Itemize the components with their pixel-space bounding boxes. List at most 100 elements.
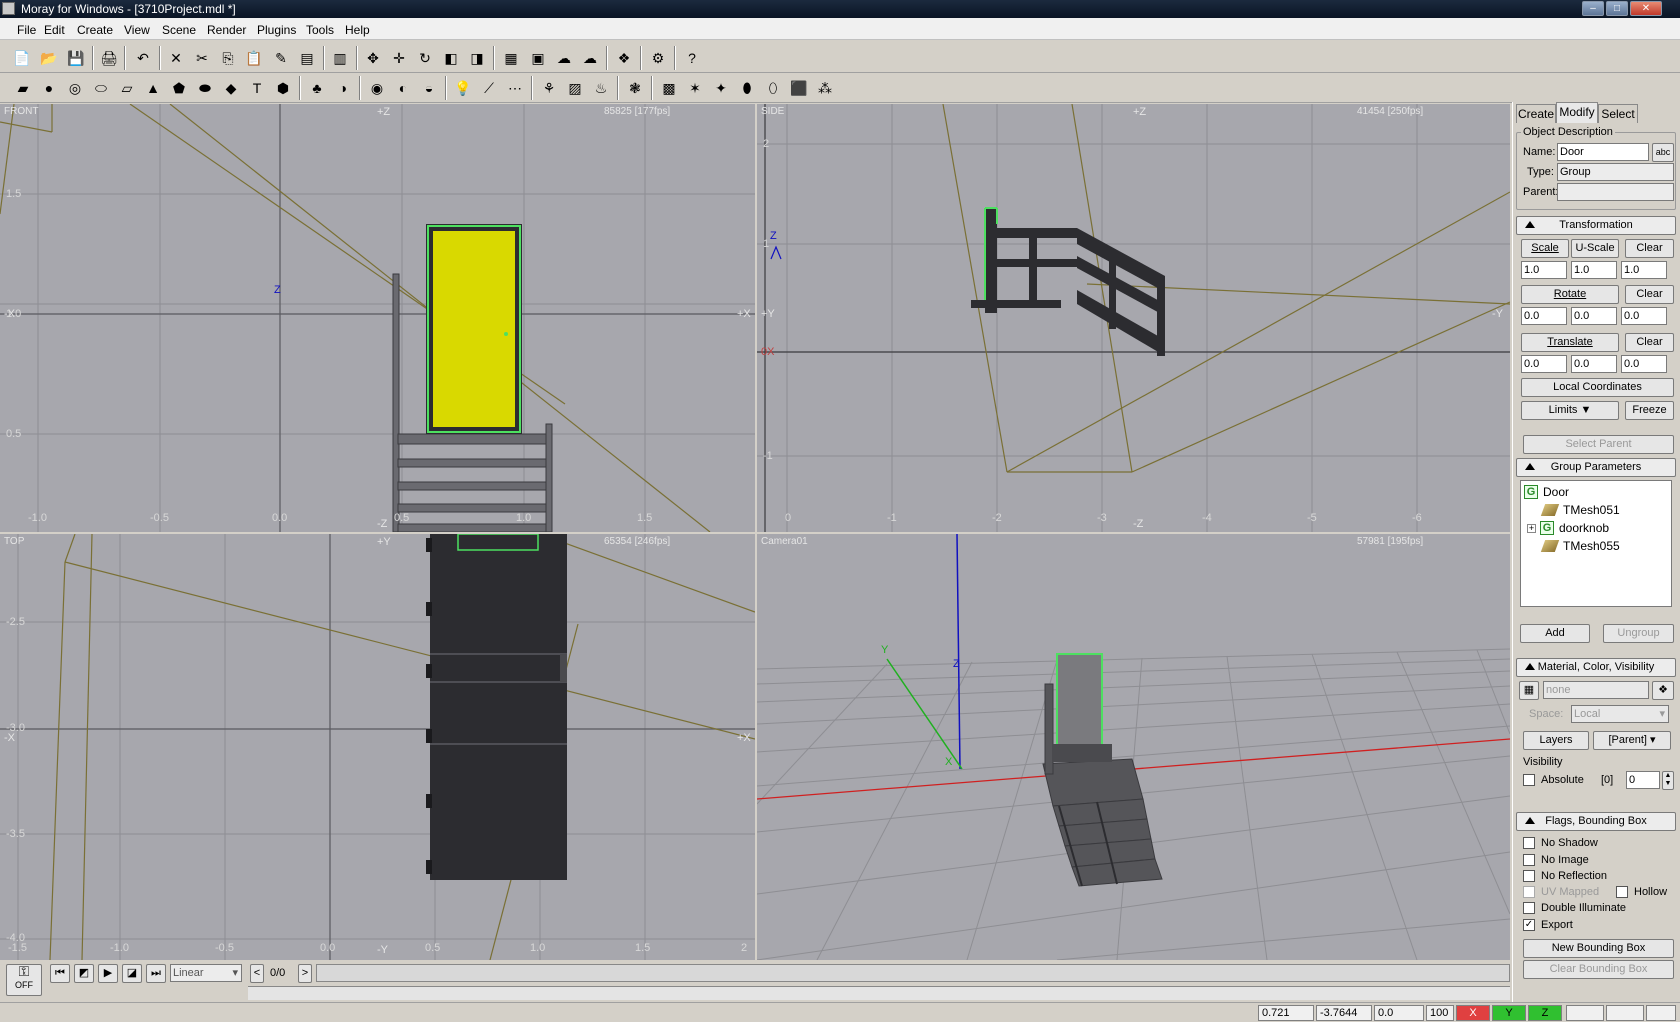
menu-tools[interactable]: Tools — [306, 23, 334, 37]
scale-y-field[interactable]: 1.0 — [1571, 261, 1617, 279]
name-abc-button[interactable]: abc — [1652, 143, 1674, 162]
menu-create[interactable]: Create — [77, 23, 113, 37]
translate-y-field[interactable]: 0.0 — [1571, 355, 1617, 373]
blob-icon[interactable]: ⬢ — [272, 77, 294, 99]
scale-clear-button[interactable]: Clear — [1625, 239, 1674, 258]
uscale-button[interactable]: U-Scale — [1571, 239, 1619, 258]
material-header[interactable]: Material, Color, Visibility — [1516, 658, 1676, 677]
spotlight-icon[interactable]: ⟋ — [478, 77, 500, 99]
fog-icon[interactable]: ⬯ — [762, 77, 784, 99]
copy-icon[interactable]: ⎘ — [217, 47, 239, 69]
height-field-icon[interactable]: ▩ — [658, 77, 680, 99]
export-checkbox[interactable]: ✓ — [1523, 919, 1535, 931]
csg-icon[interactable]: ◑ — [332, 77, 354, 99]
paste-icon[interactable]: 📋 — [243, 47, 265, 69]
scale-x-field[interactable]: 1.0 — [1521, 261, 1567, 279]
select-move-icon[interactable]: ✥ — [362, 47, 384, 69]
visibility-field[interactable]: 0 — [1626, 771, 1660, 789]
local-coordinates-button[interactable]: Local Coordinates — [1521, 378, 1674, 397]
rotate-button[interactable]: Rotate — [1521, 285, 1619, 304]
axis-y-toggle[interactable]: Y — [1492, 1005, 1526, 1021]
rotate-icon[interactable]: ↻ — [414, 47, 436, 69]
add-button[interactable]: Add — [1520, 624, 1590, 643]
prism-icon[interactable]: ⬟ — [168, 77, 190, 99]
materials-icon[interactable]: ❖ — [613, 47, 635, 69]
maximize-button[interactable]: □ — [1606, 1, 1628, 16]
sky-icon[interactable]: ✶ — [684, 77, 706, 99]
menu-edit[interactable]: Edit — [44, 23, 65, 37]
timeline-track[interactable] — [316, 964, 1510, 982]
hollow-checkbox[interactable] — [1616, 886, 1628, 898]
union-icon[interactable]: ◉ — [366, 77, 388, 99]
menu-file[interactable]: File — [17, 23, 36, 37]
lathe-icon[interactable]: ❃ — [624, 77, 646, 99]
media-icon[interactable]: ⬛ — [788, 77, 810, 99]
menu-render[interactable]: Render — [207, 23, 246, 37]
translate-z-field[interactable]: 0.0 — [1621, 355, 1667, 373]
render-settings-icon[interactable]: ▦ — [500, 47, 522, 69]
limits-dropdown[interactable]: Limits ▼ — [1521, 401, 1619, 420]
camera-icon[interactable]: ⚘ — [538, 77, 560, 99]
rotate-z-field[interactable]: 0.0 — [1621, 307, 1667, 325]
menu-help[interactable]: Help — [345, 23, 370, 37]
clear-bounding-box-button[interactable]: Clear Bounding Box — [1523, 960, 1674, 979]
uscale-icon[interactable]: ◨ — [466, 47, 488, 69]
viewport-camera[interactable]: Camera01 57981 [195fps] Y Z X — [757, 534, 1510, 960]
new-bounding-box-button[interactable]: New Bounding Box — [1523, 939, 1674, 958]
disc-icon[interactable]: ⬭ — [90, 77, 112, 99]
intersection-icon[interactable]: ◒ — [418, 77, 440, 99]
move-icon[interactable]: ✛ — [388, 47, 410, 69]
close-button[interactable]: ✕ — [1630, 1, 1662, 16]
difference-icon[interactable]: ◐ — [392, 77, 414, 99]
group-tree[interactable]: G Door TMesh051 + Gdoorknob TMesh055 — [1520, 480, 1672, 607]
sphere-icon[interactable]: ● — [38, 77, 60, 99]
select-parent-button[interactable]: Select Parent — [1523, 435, 1674, 454]
expand-icon[interactable]: + — [1527, 523, 1536, 533]
tab-create[interactable]: Create — [1516, 104, 1556, 123]
space-select[interactable]: Local ▾ — [1571, 705, 1669, 723]
no-reflection-checkbox[interactable] — [1523, 870, 1535, 882]
viewport-top[interactable]: TOP 65354 [246fps] +Y -Y -X +X -2.5 -3.0… — [0, 534, 755, 960]
visibility-spinner[interactable]: ▲ ▼ — [1662, 771, 1674, 790]
layers-button[interactable]: Layers — [1523, 731, 1589, 750]
cut-icon[interactable]: ✂ — [191, 47, 213, 69]
tree-item-tmesh051[interactable]: TMesh051 — [1540, 503, 1620, 517]
last-frame-icon[interactable]: ⏭ — [146, 964, 166, 983]
double-illuminate-checkbox[interactable] — [1523, 902, 1535, 914]
cone-icon[interactable]: ▲ — [142, 77, 164, 99]
help-icon[interactable]: ? — [681, 47, 703, 69]
parent-layer-dropdown[interactable]: [Parent] ▾ — [1593, 731, 1671, 750]
app-icon[interactable] — [2, 2, 15, 15]
undo-icon[interactable]: ↶ — [132, 47, 154, 69]
plane-icon[interactable]: ▱ — [116, 77, 138, 99]
text-object-icon[interactable]: T — [246, 77, 268, 99]
play-icon[interactable]: ▶ — [98, 964, 118, 983]
stars-icon[interactable]: ✦ — [710, 77, 732, 99]
mesh-icon[interactable]: ▨ — [564, 77, 586, 99]
first-frame-icon[interactable]: ⏮ — [50, 964, 70, 983]
material-editor-icon[interactable]: ▦ — [1519, 681, 1539, 700]
transformation-header[interactable]: Transformation — [1516, 216, 1676, 235]
menu-view[interactable]: View — [124, 23, 150, 37]
material-field[interactable]: none — [1543, 681, 1649, 699]
flags-header[interactable]: Flags, Bounding Box — [1516, 812, 1676, 831]
interpolation-select[interactable]: Linear ▾ — [170, 964, 242, 982]
ungroup-button[interactable]: Ungroup — [1603, 624, 1674, 643]
next-key-icon[interactable]: ◪ — [122, 964, 142, 983]
render-stop-icon[interactable]: ☁ — [579, 47, 601, 69]
particle-icon[interactable]: ⁂ — [814, 77, 836, 99]
no-shadow-checkbox[interactable] — [1523, 837, 1535, 849]
axis-x-toggle[interactable]: X — [1456, 1005, 1490, 1021]
tree-item-doorknob[interactable]: + Gdoorknob — [1527, 521, 1609, 535]
area-light-icon[interactable]: ⋯ — [504, 77, 526, 99]
translate-button[interactable]: Translate — [1521, 333, 1619, 352]
tree-item-door[interactable]: G Door — [1524, 485, 1569, 499]
prev-key-icon[interactable]: ◩ — [74, 964, 94, 983]
rotate-y-field[interactable]: 0.0 — [1571, 307, 1617, 325]
open-folder-icon[interactable]: 📂 — [38, 47, 60, 69]
new-file-icon[interactable]: 📄 — [11, 47, 33, 69]
absolute-checkbox[interactable] — [1523, 774, 1535, 786]
no-image-checkbox[interactable] — [1523, 854, 1535, 866]
group-icon[interactable]: ♣ — [306, 77, 328, 99]
layers-icon[interactable]: ▤ — [296, 47, 318, 69]
